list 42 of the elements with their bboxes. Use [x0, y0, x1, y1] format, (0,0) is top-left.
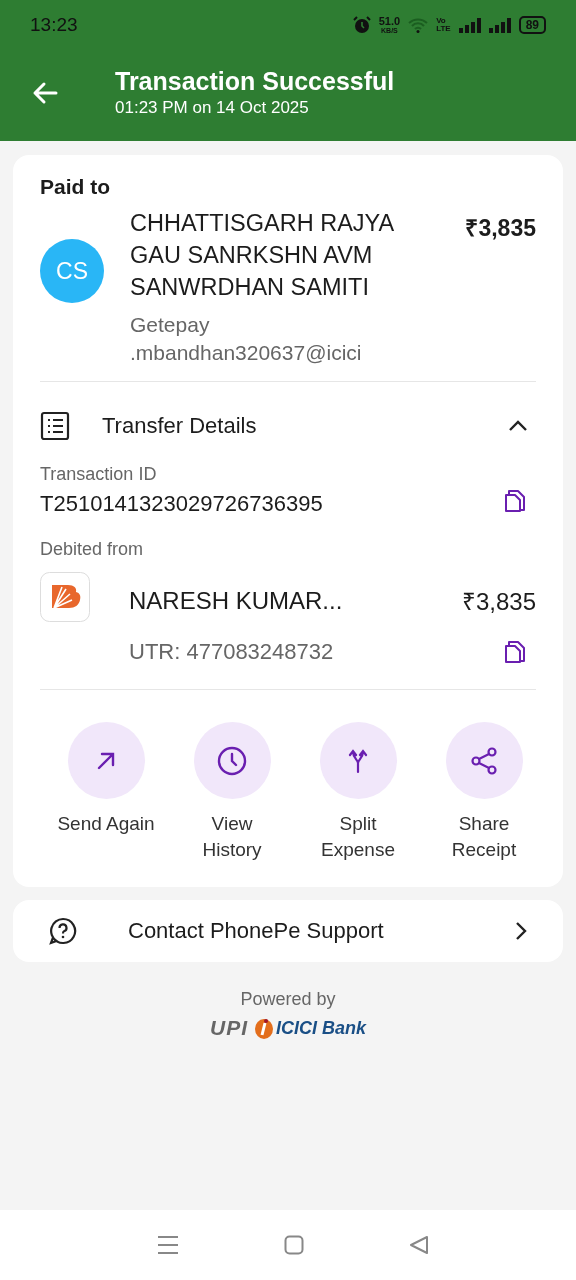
- network-speed: 51.0: [378, 16, 401, 27]
- payee-avatar: CS: [40, 239, 104, 303]
- bank-logo: ICICI Bank: [276, 1017, 366, 1039]
- receipt-list-icon: [40, 411, 70, 441]
- screen-title: Transaction Successful: [115, 67, 395, 96]
- signal-icon: [488, 17, 511, 33]
- transaction-id: T2510141323029726736395: [40, 491, 323, 517]
- bank-logo-icon: [40, 572, 90, 622]
- account-name: NARESH KUMAR...: [129, 586, 343, 615]
- bank-emblem-icon: [254, 1016, 274, 1040]
- field-label: Transaction ID: [40, 464, 158, 485]
- powered-by-label: Powered by: [240, 989, 336, 1010]
- back-icon[interactable]: [409, 1235, 429, 1255]
- debited-amount: ₹3,835: [461, 587, 536, 617]
- transfer-details-toggle[interactable]: Transfer Details: [40, 396, 536, 456]
- upi-logo: UPI: [209, 1016, 248, 1040]
- utr-number: UTR: 477083248732: [129, 639, 334, 665]
- wifi-icon: [408, 17, 429, 33]
- action-label: Send Again: [57, 812, 155, 836]
- action-label: Split Expense: [321, 812, 395, 862]
- action-label: View History: [202, 812, 262, 862]
- copy-icon[interactable]: [504, 489, 526, 513]
- transaction-time: 01:23 PM on 14 Oct 2025: [115, 98, 310, 118]
- status-time: 13:23: [30, 14, 78, 36]
- chevron-icon: [514, 921, 528, 941]
- battery-level: 89: [518, 16, 546, 34]
- alarm-icon: [352, 16, 371, 34]
- support-button[interactable]: Contact PhonePe Support: [13, 900, 563, 962]
- volte-label: Vo: [436, 17, 447, 25]
- payee-name: CHHATTISGARH RAJYA GAU SANRKSHN AVM SANWRDHAN SAMITI: [130, 209, 395, 302]
- paid-amount: ₹3,835: [465, 214, 536, 243]
- menu-icon[interactable]: [157, 1235, 179, 1255]
- lte-label: LTE: [436, 25, 451, 33]
- signal-icon: [458, 17, 481, 33]
- home-icon[interactable]: [284, 1235, 304, 1255]
- copy-icon[interactable]: [504, 640, 526, 664]
- help-icon: [48, 916, 78, 946]
- upi-id: Getepay .mbandhan320637@icici: [130, 312, 363, 366]
- section-heading: Paid to: [40, 175, 111, 199]
- action-label: Share Receipt: [451, 812, 517, 862]
- chevron-icon: [508, 419, 528, 433]
- field-label: Debited from: [40, 539, 145, 560]
